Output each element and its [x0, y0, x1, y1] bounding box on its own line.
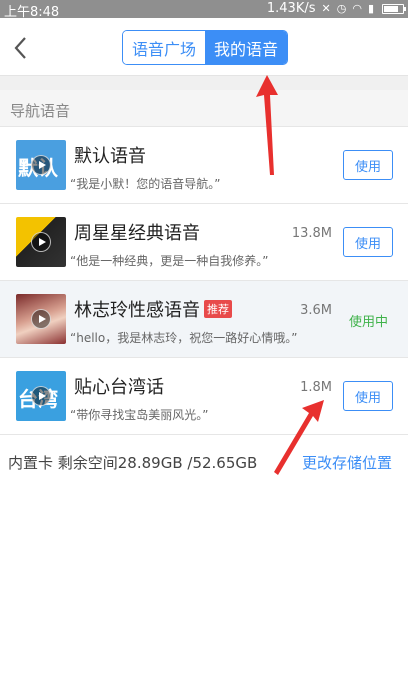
vibrate-icon: ✕ [321, 2, 331, 15]
voice-item-default[interactable]: 默认 默认语音 “我是小默！您的语音导航。” 使用 [0, 127, 408, 204]
back-arrow-icon [14, 37, 26, 59]
voice-item-taiwan[interactable]: 台湾 贴心台湾话 “带你寻找宝岛美丽风光。” 1.8M 使用 [0, 358, 408, 435]
storage-info: 内置卡 剩余空间28.89GB /52.65GB [8, 454, 258, 472]
voice-tab-switcher: 语音广场 我的语音 [122, 30, 288, 65]
storage-bar: 内置卡 剩余空间28.89GB /52.65GB 更改存储位置 [0, 435, 408, 485]
voice-description: “带你寻找宝岛美丽风光。” [70, 408, 209, 422]
battery-icon [382, 3, 406, 14]
top-bar: 语音广场 我的语音 [0, 18, 408, 76]
back-button[interactable] [10, 34, 34, 62]
voice-name: 贴心台湾话 [74, 377, 164, 398]
voice-thumbnail: 默认 [16, 140, 66, 190]
voice-item-zhou[interactable]: 周星星经典语音 “他是一种经典，更是一种自我修养。” 13.8M 使用 [0, 204, 408, 281]
voice-thumbnail: 台湾 [16, 371, 66, 421]
wifi-icon: ◠ [352, 2, 362, 15]
voice-item-lin[interactable]: 林志玲性感语音 推荐 “hello，我是林志玲，祝您一路好心情哦。” 3.6M … [0, 281, 408, 358]
voice-name: 林志玲性感语音 [74, 300, 200, 321]
spacer [0, 76, 408, 90]
tab-my-voices[interactable]: 我的语音 [205, 31, 287, 64]
section-header: 导航语音 [0, 90, 408, 127]
play-icon[interactable] [31, 155, 51, 175]
voice-description: “他是一种经典，更是一种自我修养。” [70, 254, 269, 268]
status-icons: 1.43K/s ✕ ◷ ◠ ▮ [266, 1, 406, 16]
play-icon[interactable] [31, 232, 51, 252]
alarm-icon: ◷ [336, 2, 347, 15]
play-icon[interactable] [31, 309, 51, 329]
voice-description: “我是小默！您的语音导航。” [70, 177, 221, 191]
voice-name: 周星星经典语音 [74, 223, 200, 244]
voice-description: “hello，我是林志玲，祝您一路好心情哦。” [70, 331, 298, 345]
voice-name-wrap: 林志玲性感语音 推荐 [74, 296, 232, 322]
play-icon[interactable] [31, 386, 51, 406]
status-bar: 上午8:48 1.43K/s ✕ ◷ ◠ ▮ [0, 0, 408, 20]
voice-size: 3.6M [300, 303, 332, 318]
voice-name: 默认语音 [74, 146, 146, 167]
in-use-status: 使用中 [348, 315, 388, 330]
use-button[interactable]: 使用 [343, 381, 393, 411]
use-button[interactable]: 使用 [343, 227, 393, 257]
voice-thumbnail [16, 294, 66, 344]
tab-voice-plaza[interactable]: 语音广场 [123, 31, 205, 64]
voice-size: 13.8M [291, 226, 332, 241]
voice-list: 默认 默认语音 “我是小默！您的语音导航。” 使用 周星星经典语音 “他是一种经… [0, 127, 408, 435]
voice-thumbnail [16, 217, 66, 267]
voice-size: 1.8M [300, 380, 332, 395]
use-button[interactable]: 使用 [343, 150, 393, 180]
recommend-badge: 推荐 [204, 300, 232, 318]
change-storage-link[interactable]: 更改存储位置 [302, 452, 392, 473]
network-speed: 1.43K/s [266, 1, 316, 16]
signal-icon: ▮ [367, 2, 374, 15]
